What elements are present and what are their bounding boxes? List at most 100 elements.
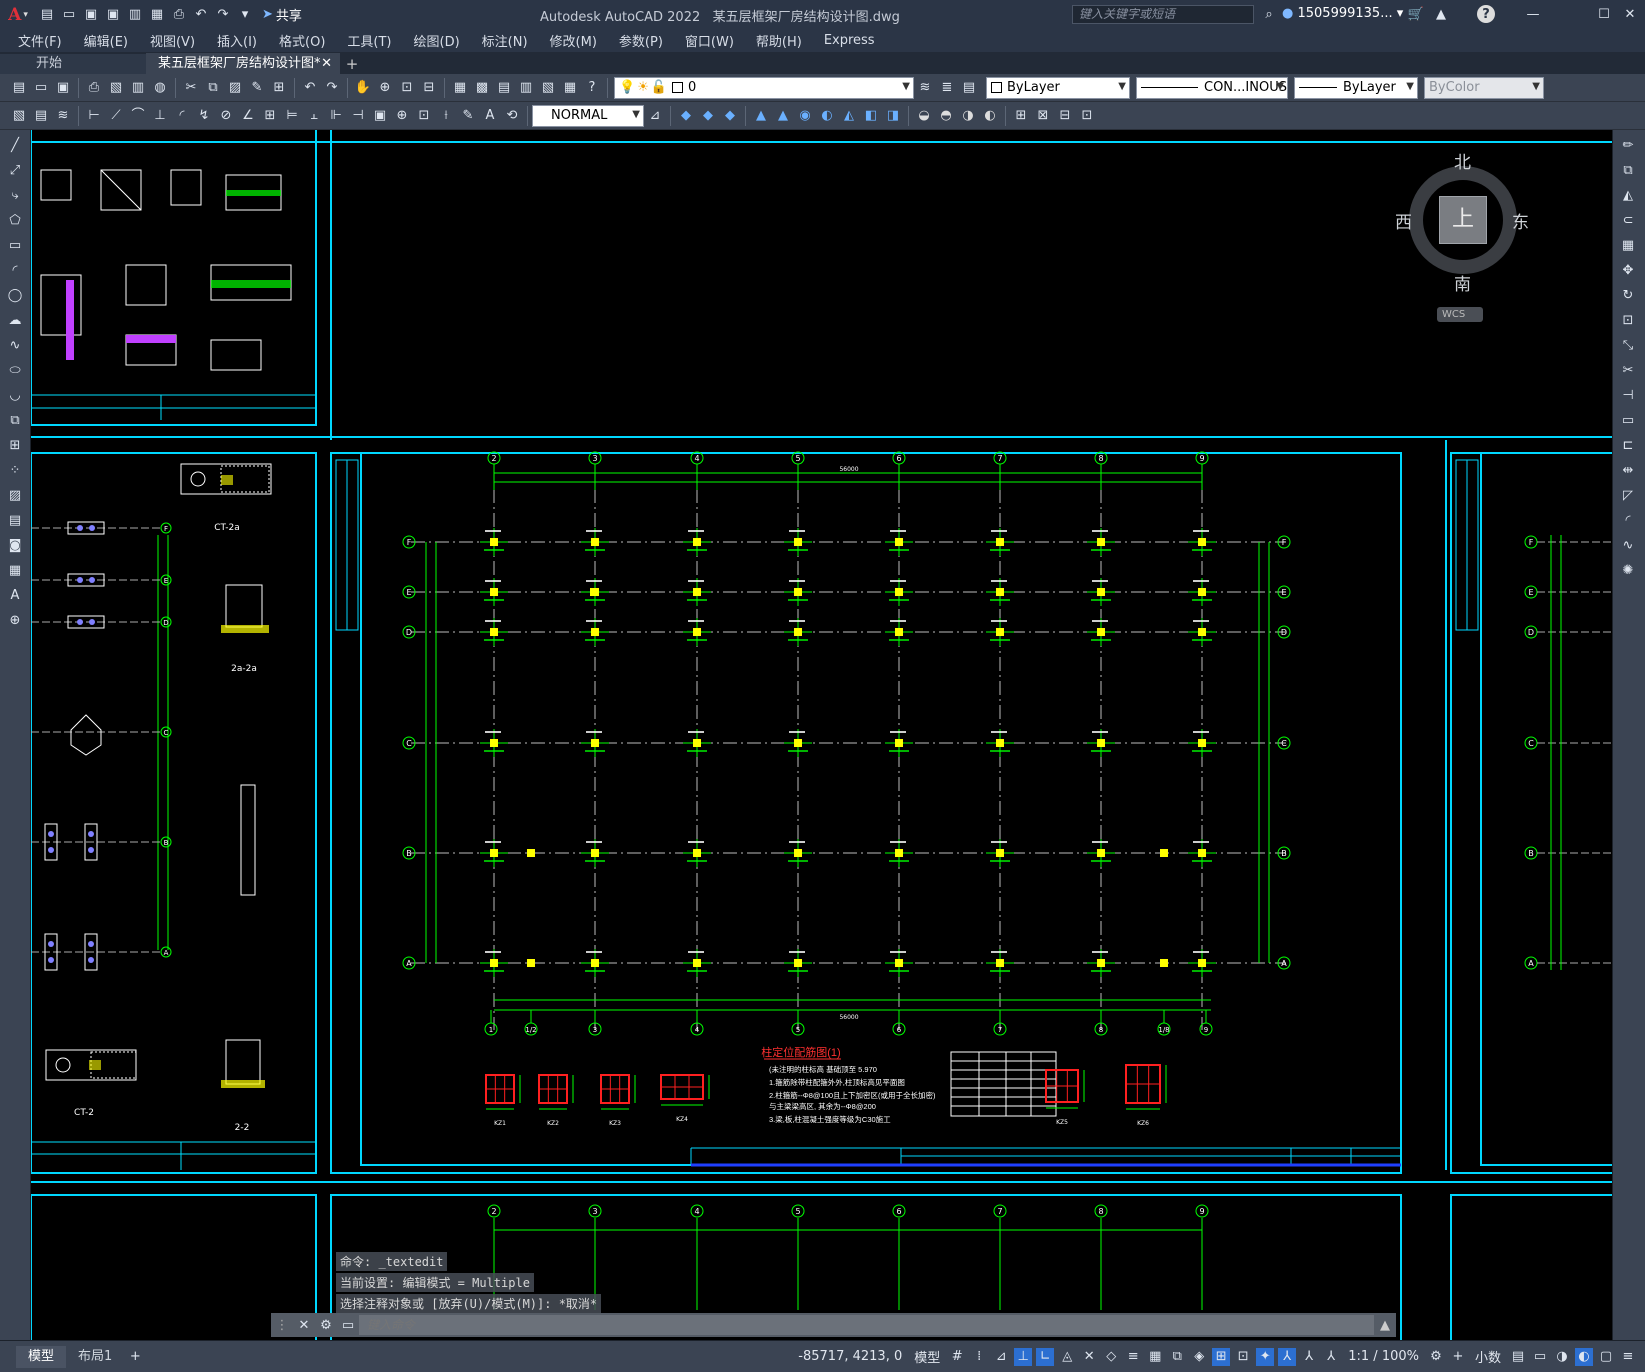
copy-object-icon[interactable]: ⧉ xyxy=(1617,160,1639,180)
zoom-previous-icon[interactable]: ⊟ xyxy=(420,79,438,97)
spline-icon[interactable]: ∿ xyxy=(4,335,26,355)
cut-icon[interactable]: ✂ xyxy=(182,79,200,97)
plot-icon[interactable]: ⎙ xyxy=(170,6,188,24)
drawing-canvas[interactable]: 56000 56000 2 3 4 5 6 7 8 9 1 1/2 3 4 5 6 7 8 1/8 9 F F E E D D C C… xyxy=(31,130,1612,1340)
dim-space-icon[interactable]: ⊩ xyxy=(327,107,345,125)
text-style-combo[interactable]: NORMAL ▼ xyxy=(532,104,644,127)
tab-layout1[interactable]: 布局1 xyxy=(66,1346,124,1368)
hardware-accel-icon[interactable]: ◐ xyxy=(1575,1347,1593,1366)
dim-break-icon[interactable]: ⊣ xyxy=(349,107,367,125)
ucs-object-icon[interactable]: ⊟ xyxy=(1056,107,1074,125)
undo-icon[interactable]: ↶ xyxy=(301,79,319,97)
menu-window[interactable]: 窗口(W) xyxy=(685,31,734,50)
clean-screen-icon[interactable]: ▢ xyxy=(1597,1348,1615,1366)
transparency-icon[interactable]: ▦ xyxy=(1146,1348,1164,1366)
circle-icon[interactable]: ◯ xyxy=(4,285,26,305)
annotation-monitor-icon[interactable]: + xyxy=(1449,1348,1467,1366)
plot-icon[interactable]: ⎙ xyxy=(85,79,103,97)
tab-model[interactable]: 模型 xyxy=(16,1345,67,1368)
union-icon[interactable]: ◧ xyxy=(862,107,880,125)
dim-aligned-icon[interactable]: ⟋ xyxy=(107,107,125,125)
menu-express[interactable]: Express xyxy=(824,33,875,48)
save-as-icon[interactable]: ▣ xyxy=(104,6,122,24)
rotate-icon[interactable]: ↻ xyxy=(1617,285,1639,305)
gradient-icon[interactable]: ▤ xyxy=(4,510,26,530)
workspace-icon[interactable]: ⚙ xyxy=(1427,1348,1445,1366)
rectangle-icon[interactable]: ▭ xyxy=(4,235,26,255)
explode-icon[interactable]: ✺ xyxy=(1617,560,1639,580)
compass-east[interactable]: 东 xyxy=(1512,208,1529,233)
lock-ui-icon[interactable]: ▭ xyxy=(1531,1348,1549,1366)
layer-previous-icon[interactable]: ≣ xyxy=(938,79,956,97)
drawing-area[interactable]: 56000 56000 2 3 4 5 6 7 8 9 1 1/2 3 4 5 6 7 8 1/8 9 F F E E D D C C… xyxy=(31,130,1612,1340)
arc-icon[interactable]: ◜ xyxy=(4,260,26,280)
extrude-icon[interactable]: ▲ xyxy=(752,107,770,125)
model-space-toggle[interactable]: 模型 xyxy=(914,1347,940,1366)
conceptual-icon[interactable]: ◑ xyxy=(959,107,977,125)
dim-continue-icon[interactable]: ⫠ xyxy=(305,107,323,125)
ortho-icon[interactable]: ⊥ xyxy=(1014,1347,1033,1366)
command-input[interactable] xyxy=(359,1315,1374,1335)
ucs-world-icon[interactable]: ⊠ xyxy=(1034,107,1052,125)
compass-west[interactable]: 西 xyxy=(1395,208,1412,233)
dim-angular-icon[interactable]: ∠ xyxy=(239,107,257,125)
grid-icon[interactable]: # xyxy=(948,1348,966,1366)
layers-icon[interactable]: ≋ xyxy=(54,107,72,125)
isodraft-icon[interactable]: ◬ xyxy=(1058,1348,1076,1366)
web-save-icon[interactable]: ▥ xyxy=(126,6,144,24)
annotation-scale-icon[interactable]: ⅄ xyxy=(1322,1348,1340,1366)
help-icon[interactable]: ? xyxy=(583,79,601,97)
open-icon[interactable]: ▭ xyxy=(60,6,78,24)
dim-ordinate-icon[interactable]: ⊥ xyxy=(151,107,169,125)
ellipse-icon[interactable]: ⬭ xyxy=(4,360,26,380)
viewcube[interactable]: 上 北 南 西 东 WCS xyxy=(1395,150,1529,322)
customize-icon[interactable]: ▾ xyxy=(236,6,254,24)
wcs-menu[interactable]: WCS xyxy=(1437,307,1483,322)
3dosnap-icon[interactable]: ◈ xyxy=(1190,1348,1208,1366)
table-icon[interactable]: ▦ xyxy=(4,560,26,580)
polyline-icon[interactable]: ⤷ xyxy=(4,185,26,205)
make-block-icon[interactable]: ⊞ xyxy=(4,435,26,455)
redo-icon[interactable]: ↷ xyxy=(323,79,341,97)
box-icon[interactable]: ◆ xyxy=(677,107,695,125)
close-tab-icon[interactable]: ✕ xyxy=(321,53,332,74)
tab-start[interactable]: 开始 xyxy=(0,54,146,74)
save-icon[interactable]: ▣ xyxy=(54,79,72,97)
linetype-combo[interactable]: CON...INOUS ▼ xyxy=(1136,76,1288,99)
customize-command-icon[interactable]: ⚙ xyxy=(317,1316,335,1334)
menu-modify[interactable]: 修改(M) xyxy=(550,31,597,50)
inspect-icon[interactable]: ⊡ xyxy=(415,107,433,125)
menu-parametric[interactable]: 参数(P) xyxy=(619,31,663,50)
annotation-visibility-icon[interactable]: ⅄ xyxy=(1278,1347,1297,1366)
design-center-icon[interactable]: ▧ xyxy=(10,107,28,125)
ucs-icon[interactable]: ⊞ xyxy=(1012,107,1030,125)
mirror-icon[interactable]: ◭ xyxy=(1617,185,1639,205)
tolerance-icon[interactable]: ▣ xyxy=(371,107,389,125)
menu-tools[interactable]: 工具(T) xyxy=(347,31,391,50)
publish-icon[interactable]: ▥ xyxy=(129,79,147,97)
units[interactable]: 小数 xyxy=(1475,1347,1501,1366)
properties-icon[interactable]: ▦ xyxy=(451,79,469,97)
dynamic-ucs-icon[interactable]: ⊞ xyxy=(1212,1347,1231,1366)
gizmo-icon[interactable]: ✦ xyxy=(1256,1347,1275,1366)
construction-line-icon[interactable]: ⤢ xyxy=(4,160,26,180)
polar-icon[interactable]: ∟ xyxy=(1036,1347,1055,1366)
dim-radius-icon[interactable]: ◜ xyxy=(173,107,191,125)
presspull-icon[interactable]: ▲ xyxy=(774,107,792,125)
new-tab-button[interactable]: + xyxy=(340,54,364,74)
open-icon[interactable]: ▭ xyxy=(32,79,50,97)
break-icon[interactable]: ⊏ xyxy=(1617,435,1639,455)
menu-draw[interactable]: 绘图(D) xyxy=(414,31,460,50)
polygon-icon[interactable]: ⬠ xyxy=(4,210,26,230)
color-combo[interactable]: ByLayer ▼ xyxy=(986,76,1130,99)
dim-jogged-icon[interactable]: ↯ xyxy=(195,107,213,125)
mtext-icon[interactable]: A xyxy=(4,585,26,605)
subtract-icon[interactable]: ◨ xyxy=(884,107,902,125)
add-selected-icon[interactable]: ⊕ xyxy=(4,610,26,630)
close-command-icon[interactable]: ✕ xyxy=(295,1316,313,1334)
command-history-arrow-icon[interactable]: ▲ xyxy=(1376,1316,1394,1334)
hatch-icon[interactable]: ▨ xyxy=(4,485,26,505)
sheet-set-icon[interactable]: ▥ xyxy=(517,79,535,97)
minimize-icon[interactable]: — xyxy=(1524,5,1542,23)
revolve-icon[interactable]: ◐ xyxy=(818,107,836,125)
